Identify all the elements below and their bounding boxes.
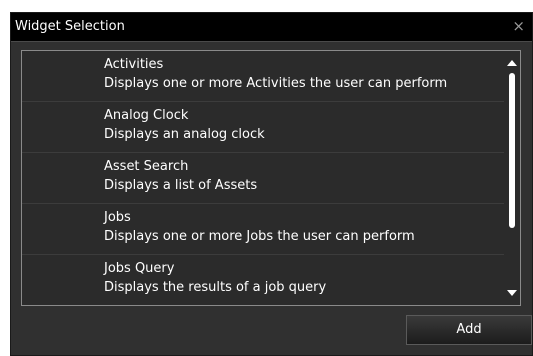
widget-list-item[interactable]: Asset Search Displays a list of Assets [22, 153, 506, 204]
scroll-down-arrow-icon[interactable] [507, 290, 517, 296]
widget-list-item[interactable]: Analog Clock Displays an analog clock [22, 102, 506, 153]
widget-name: Activities [104, 57, 164, 72]
scrollbar-thumb[interactable] [509, 73, 515, 228]
widget-description: Displays a list of Assets [104, 178, 258, 193]
widget-description: Displays an analog clock [104, 127, 265, 142]
widget-list-items: Activities Displays one or more Activiti… [22, 51, 506, 305]
widget-description: Displays one or more Jobs the user can p… [104, 229, 415, 244]
widget-name: Asset Search [104, 159, 189, 174]
widget-selection-dialog: Widget Selection × Activities Displays o… [10, 12, 533, 356]
widget-list-item[interactable]: Jobs Query Displays the results of a job… [22, 255, 506, 305]
scroll-up-arrow-icon[interactable] [507, 60, 517, 66]
dialog-titlebar: Widget Selection × [11, 13, 532, 42]
close-icon[interactable]: × [512, 18, 525, 34]
widget-list[interactable]: Activities Displays one or more Activiti… [21, 50, 521, 306]
dialog-title: Widget Selection [15, 19, 125, 34]
widget-name: Analog Clock [104, 108, 189, 123]
widget-description: Displays one or more Activities the user… [104, 76, 448, 91]
widget-name: Jobs [104, 210, 131, 225]
vertical-scrollbar[interactable] [504, 51, 520, 305]
widget-description: Displays the results of a job query [104, 280, 327, 295]
widget-list-item[interactable]: Jobs Displays one or more Jobs the user … [22, 204, 506, 255]
widget-list-item[interactable]: Activities Displays one or more Activiti… [22, 51, 506, 102]
widget-name: Jobs Query [104, 261, 175, 276]
add-button[interactable]: Add [406, 315, 532, 345]
